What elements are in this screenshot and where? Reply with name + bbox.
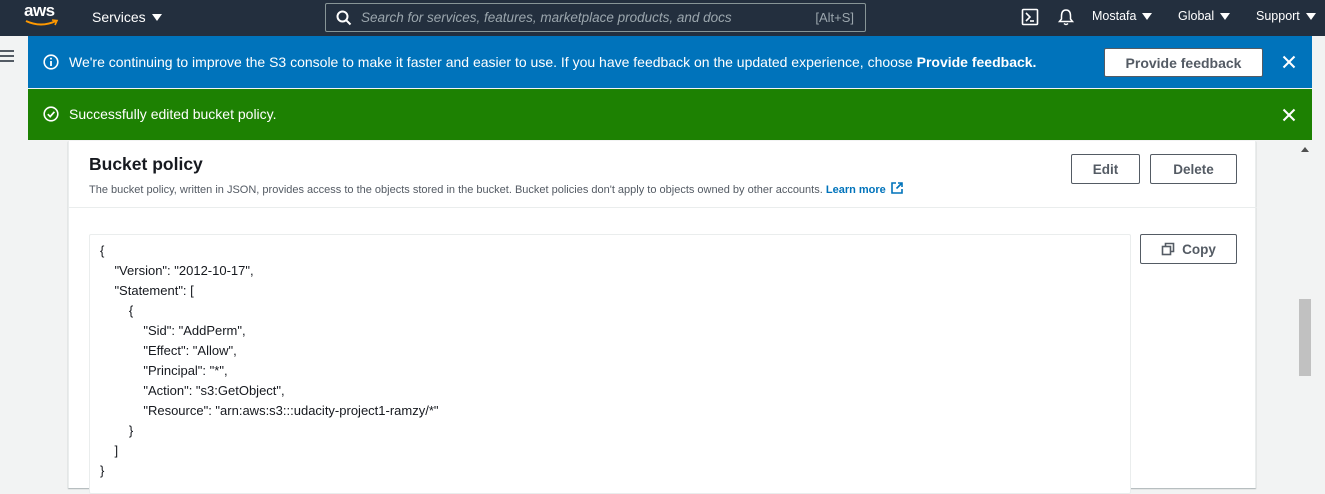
delete-button[interactable]: Delete: [1150, 154, 1237, 184]
search-bar[interactable]: Search for services, features, marketpla…: [325, 3, 866, 32]
close-icon[interactable]: [1282, 55, 1296, 69]
learn-more-link[interactable]: Learn more: [825, 182, 904, 196]
copy-button[interactable]: Copy: [1140, 234, 1237, 264]
services-menu[interactable]: Services: [92, 9, 162, 25]
info-message-bold: Provide feedback.: [916, 54, 1037, 70]
page-edge: [1312, 36, 1325, 488]
user-menu[interactable]: Mostafa: [1092, 9, 1153, 23]
user-label: Mostafa: [1092, 9, 1137, 23]
info-icon: [43, 54, 59, 70]
learn-more-label: Learn more: [825, 184, 886, 196]
caret-down-icon: [151, 13, 162, 21]
services-label: Services: [92, 9, 146, 25]
copy-label: Copy: [1182, 241, 1216, 257]
copy-icon: [1161, 242, 1175, 256]
caret-down-icon: [1220, 12, 1231, 20]
vertical-scrollbar[interactable]: [1297, 141, 1312, 488]
bucket-policy-panel: Bucket policy The bucket policy, written…: [68, 141, 1257, 494]
main-content: Bucket policy The bucket policy, written…: [28, 141, 1312, 494]
panel-description: The bucket policy, written in JSON, prov…: [89, 181, 904, 196]
info-message: We're continuing to improve the S3 conso…: [69, 54, 1036, 70]
region-menu[interactable]: Global: [1178, 9, 1231, 23]
aws-logo-text: aws: [24, 1, 55, 20]
panel-title: Bucket policy: [89, 154, 203, 174]
terminal-icon: [1021, 8, 1039, 26]
edit-button[interactable]: Edit: [1071, 154, 1140, 184]
success-message: Successfully edited bucket policy.: [69, 106, 277, 122]
hamburger-menu-icon[interactable]: [0, 50, 16, 65]
aws-smile-icon: [25, 19, 59, 26]
info-flashbar: We're continuing to improve the S3 conso…: [28, 36, 1312, 88]
bell-icon: [1057, 9, 1075, 26]
top-navigation-bar: aws Services Search for services, featur…: [0, 0, 1325, 36]
check-circle-icon: [43, 106, 59, 122]
description-text: The bucket policy, written in JSON, prov…: [89, 184, 823, 196]
success-flashbar: Successfully edited bucket policy.: [28, 89, 1312, 140]
search-shortcut: [Alt+S]: [815, 10, 854, 25]
notifications-button[interactable]: [1057, 8, 1075, 26]
search-icon: [336, 10, 352, 26]
caret-down-icon: [1142, 12, 1153, 20]
cloudshell-button[interactable]: [1021, 8, 1039, 26]
support-menu[interactable]: Support: [1256, 9, 1316, 23]
panel-header: Bucket policy The bucket policy, written…: [69, 141, 1257, 208]
close-icon[interactable]: [1282, 108, 1296, 122]
caret-down-icon: [1305, 12, 1316, 20]
search-placeholder: Search for services, features, marketpla…: [361, 10, 732, 25]
aws-logo[interactable]: aws: [24, 2, 62, 32]
info-message-text: We're continuing to improve the S3 conso…: [69, 54, 917, 70]
scroll-thumb[interactable]: [1299, 299, 1311, 376]
policy-json-viewer[interactable]: { "Version": "2012-10-17", "Statement": …: [89, 234, 1131, 494]
support-label: Support: [1256, 9, 1300, 23]
policy-json-text: { "Version": "2012-10-17", "Statement": …: [100, 243, 439, 478]
provide-feedback-button[interactable]: Provide feedback: [1104, 48, 1263, 77]
region-label: Global: [1178, 9, 1215, 23]
external-link-icon: [890, 182, 903, 194]
scroll-up-arrow-icon[interactable]: [1301, 147, 1309, 152]
